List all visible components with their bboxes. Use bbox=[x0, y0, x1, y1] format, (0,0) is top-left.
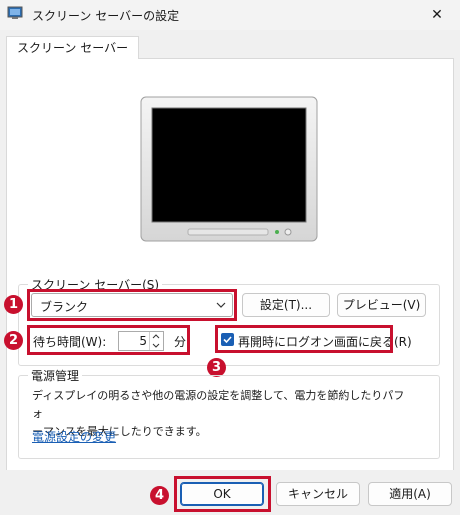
apply-button[interactable]: 適用(A) bbox=[368, 482, 452, 506]
preview-button[interactable]: プレビュー(V) bbox=[337, 293, 426, 317]
close-icon: ✕ bbox=[431, 7, 443, 23]
annotation-badge-1: 1 bbox=[4, 295, 23, 314]
app-screen-icon bbox=[7, 6, 23, 19]
power-group-label: 電源管理 bbox=[28, 367, 83, 384]
close-button[interactable]: ✕ bbox=[414, 0, 460, 30]
highlight-box-3 bbox=[215, 325, 393, 353]
annotation-badge-4: 4 bbox=[150, 486, 169, 505]
cancel-button[interactable]: キャンセル bbox=[276, 482, 360, 506]
highlight-box-4 bbox=[174, 476, 271, 512]
window-title: スクリーン セーバーの設定 bbox=[32, 9, 180, 23]
monitor-preview bbox=[140, 96, 318, 242]
annotation-badge-2: 2 bbox=[4, 331, 23, 350]
settings-button[interactable]: 設定(T)... bbox=[242, 293, 330, 317]
tab-screensaver[interactable]: スクリーン セーバー bbox=[6, 36, 140, 59]
title-bar: スクリーン セーバーの設定 ✕ bbox=[0, 0, 460, 30]
power-settings-link[interactable]: 電源設定の変更 bbox=[32, 428, 116, 445]
highlight-box-2 bbox=[27, 325, 190, 355]
power-description-line1: ディスプレイの明るさや他の電源の設定を調整して、電力を節約したりパフォ bbox=[32, 389, 405, 420]
highlight-box-1 bbox=[27, 289, 237, 321]
